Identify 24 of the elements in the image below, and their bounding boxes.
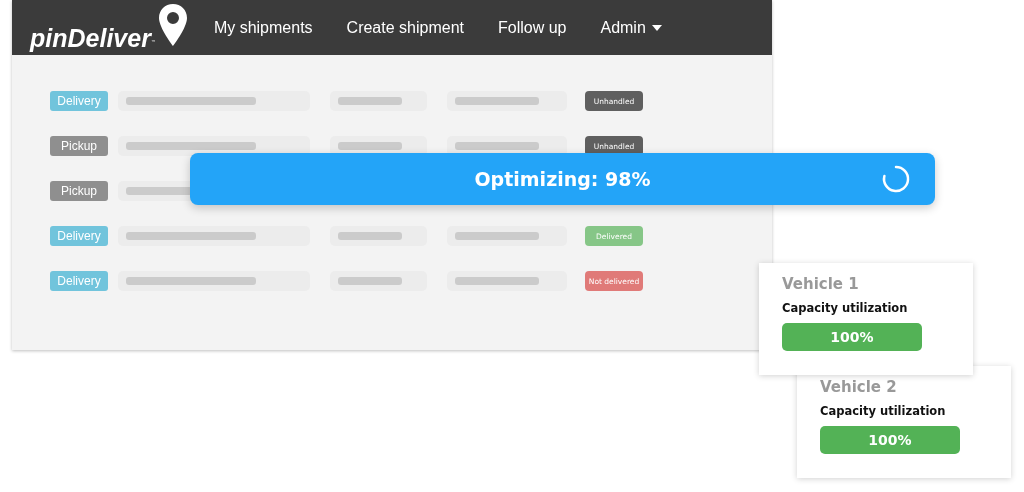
placeholder-bar [338,142,402,150]
vehicle-title: Vehicle 1 [782,274,859,295]
logo-text[interactable]: pinDeliver [30,22,151,53]
spinner-icon [881,164,911,194]
placeholder-bar [338,277,402,285]
placeholder-bar [338,232,402,240]
vehicle-title: Vehicle 2 [820,377,897,398]
nav-link[interactable]: Follow up [497,18,567,37]
nav-link[interactable]: My shipments [213,18,313,37]
placeholder-bar [338,97,402,105]
map-pin-icon [157,2,188,47]
capacity-bar: 100% [782,323,922,351]
caret-icon [651,24,662,31]
type-tag: Pickup [50,136,108,156]
nav-link[interactable]: Admin [600,18,662,37]
nav-link[interactable]: Create shipment [346,18,464,37]
metric-label: Capacity utilization [820,404,946,418]
type-tag: Delivery [50,91,108,111]
progress-text: Optimizing: 98% [474,168,651,190]
type-tag: Delivery [50,271,108,291]
capacity-bar: 100% [820,426,960,454]
type-tag: Pickup [50,181,108,201]
metric-label: Capacity utilization [782,301,908,315]
type-tag: Delivery [50,226,108,246]
